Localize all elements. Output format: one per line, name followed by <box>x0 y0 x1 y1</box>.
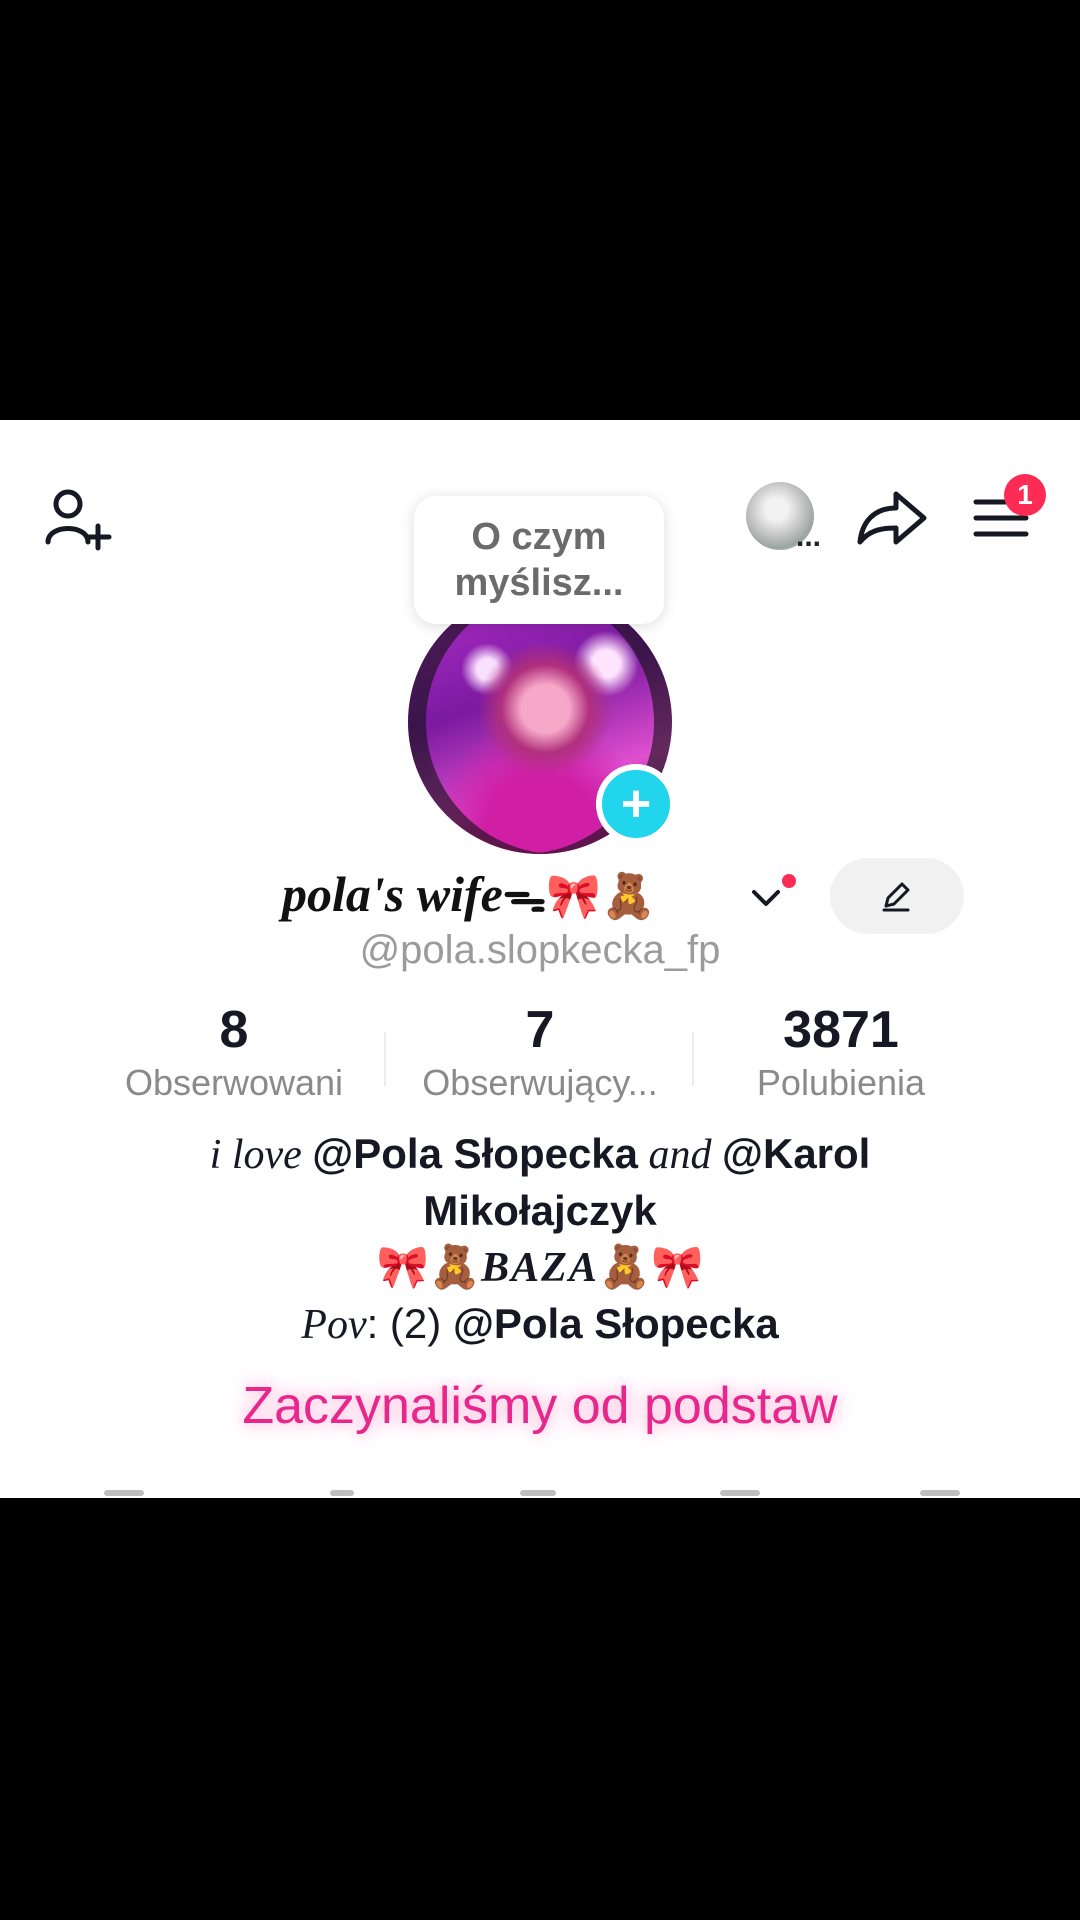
stat-following-label: Obserwowani <box>124 1062 344 1103</box>
bio-text: Pov <box>301 1302 367 1348</box>
edit-profile-button[interactable] <box>830 858 964 934</box>
bio-emoji: 🎀🧸 <box>376 1243 482 1290</box>
add-story-button[interactable]: + <box>596 764 676 844</box>
bio-mention[interactable]: @Pola Słopecka <box>453 1300 779 1347</box>
notification-badge: 1 <box>1004 474 1046 516</box>
display-name-emoji: ᯓ🎀🧸 <box>502 872 656 921</box>
tab-bar-peek <box>0 1490 1080 1498</box>
stat-likes-value: 3871 <box>783 1001 899 1059</box>
bio-text: and <box>638 1132 723 1178</box>
stat-divider <box>384 1032 386 1086</box>
account-switch-dot <box>782 874 796 888</box>
chevron-down-icon[interactable] <box>748 884 784 912</box>
stat-followers-value: 7 <box>525 1001 555 1059</box>
stat-divider <box>692 1032 694 1086</box>
bio-text: i love <box>209 1132 313 1178</box>
stat-followers-label: Obserwujący... <box>422 1062 658 1103</box>
name-row: pola's wifeᯓ🎀🧸 <box>0 858 1080 938</box>
stat-followers[interactable]: 7 Obserwujący... <box>392 1000 688 1104</box>
stat-likes[interactable]: 3871 Polubienia <box>726 1000 956 1104</box>
thought-bubble-text: O czym myślisz... <box>454 516 624 604</box>
bio-text: : (2) <box>366 1300 453 1347</box>
display-name: pola's wifeᯓ🎀🧸 <box>282 866 656 922</box>
video-caption: Zaczynaliśmy od podstaw <box>242 1377 838 1435</box>
thought-bubble[interactable]: O czym myślisz... <box>414 496 664 624</box>
profile-screen: ... 1 O czym myślisz... + pola's wifeᯓ🎀🧸… <box>0 420 1080 1498</box>
share-icon[interactable] <box>856 488 928 548</box>
story-avatar-more: ... <box>796 520 822 553</box>
bio-emoji: 🧸🎀 <box>598 1243 704 1290</box>
bio-mention[interactable]: @Pola Słopecka <box>312 1130 638 1177</box>
stat-likes-label: Polubienia <box>756 1062 926 1103</box>
bio-baza: BAZA <box>481 1245 599 1291</box>
stat-following[interactable]: 8 Obserwowani <box>94 1000 374 1104</box>
plus-icon: + <box>620 775 652 833</box>
add-friend-icon[interactable] <box>44 486 114 556</box>
stat-following-value: 8 <box>219 1001 249 1059</box>
pencil-icon <box>882 882 910 912</box>
bio: i love @Pola Słopecka and @Karol Mikołaj… <box>110 1126 970 1353</box>
username: @pola.slopkecka_fp <box>359 928 721 972</box>
